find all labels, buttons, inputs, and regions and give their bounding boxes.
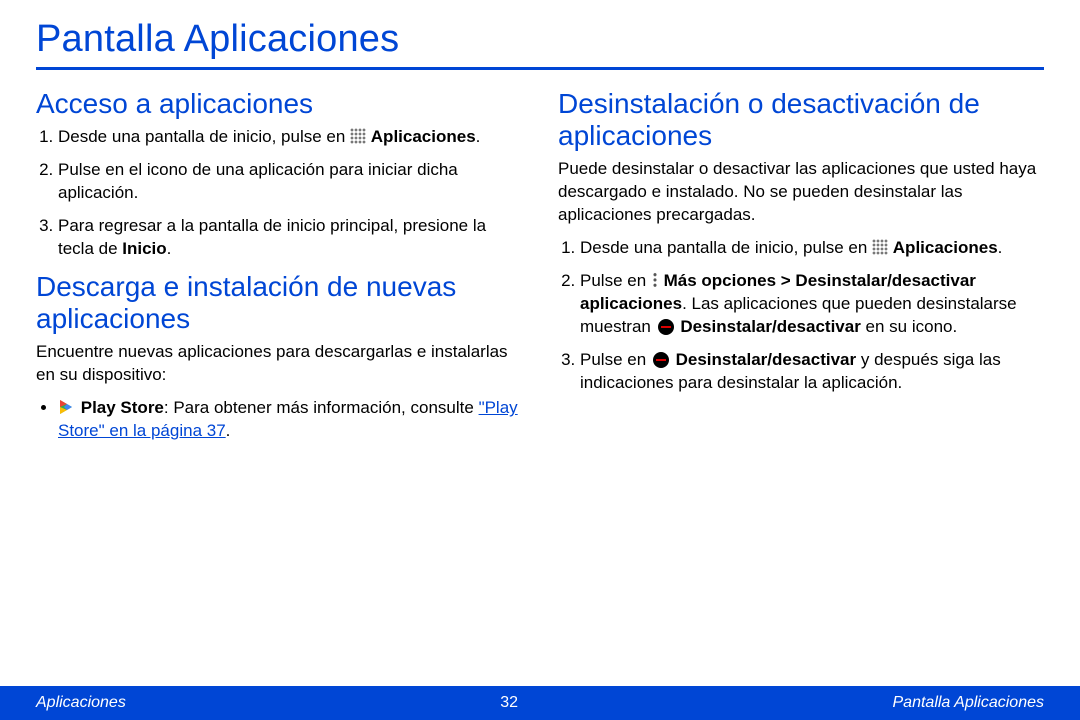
uninstall-icon [653,352,669,368]
page-title: Pantalla Aplicaciones [36,18,1044,61]
section-heading-descarga: Descarga e instalación de nuevas aplicac… [36,271,522,335]
title-rule [36,67,1044,70]
acceso-steps: Desde una pantalla de inicio, pulse en A… [58,126,522,261]
page-body: Pantalla Aplicaciones Acceso a aplicacio… [0,0,1080,453]
list-item: Desde una pantalla de inicio, pulse en A… [58,126,522,149]
list-item: Play Store: Para obtener más información… [58,397,522,443]
text: Aplicaciones [371,127,476,146]
text: Pulse en [580,271,651,290]
desinstalacion-steps: Desde una pantalla de inicio, pulse en A… [580,237,1044,395]
footer-left: Aplicaciones [36,694,126,712]
text: Play Store [81,398,164,417]
list-item: Desde una pantalla de inicio, pulse en A… [580,237,1044,260]
text: . [167,239,172,258]
descarga-bullets: Play Store: Para obtener más información… [58,397,522,443]
more-options-icon [653,272,657,288]
list-item: Pulse en Desinstalar/desactivar y despué… [580,349,1044,395]
apps-grid-icon [872,239,888,255]
text: Desinstalar/desactivar [680,317,861,336]
text: Pulse en [580,350,651,369]
list-item: Para regresar a la pantalla de inicio pr… [58,215,522,261]
desinstalacion-intro: Puede desinstalar o desactivar las aplic… [558,158,1044,227]
list-item: Pulse en el icono de una aplicación para… [58,159,522,205]
text: Inicio [122,239,166,258]
play-store-icon [58,399,74,415]
text: Desinstalar/desactivar [676,350,857,369]
text: . [476,127,481,146]
text: Desde una pantalla de inicio, pulse en [58,127,350,146]
text: en su icono. [861,317,957,336]
section-heading-acceso: Acceso a aplicaciones [36,88,522,120]
left-column: Acceso a aplicaciones Desde una pantalla… [36,80,522,453]
section-heading-desinstalacion: Desinstalación o desactivación de aplica… [558,88,1044,152]
text: Aplicaciones [893,238,998,257]
right-column: Desinstalación o desactivación de aplica… [558,80,1044,453]
text: Desde una pantalla de inicio, pulse en [580,238,872,257]
text: : Para obtener más información, consulte [164,398,479,417]
descarga-intro: Encuentre nuevas aplicaciones para desca… [36,341,522,387]
uninstall-icon [658,319,674,335]
apps-grid-icon [350,128,366,144]
text: . [998,238,1003,257]
footer-right: Pantalla Aplicaciones [893,694,1045,712]
text: Pulse en el icono de una aplicación para… [58,160,458,202]
list-item: Pulse en Más opciones > Desinstalar/desa… [580,270,1044,339]
content-columns: Acceso a aplicaciones Desde una pantalla… [36,80,1044,453]
page-footer: Aplicaciones 32 Pantalla Aplicaciones [0,686,1080,720]
text: . [226,421,231,440]
footer-page-number: 32 [500,694,518,712]
